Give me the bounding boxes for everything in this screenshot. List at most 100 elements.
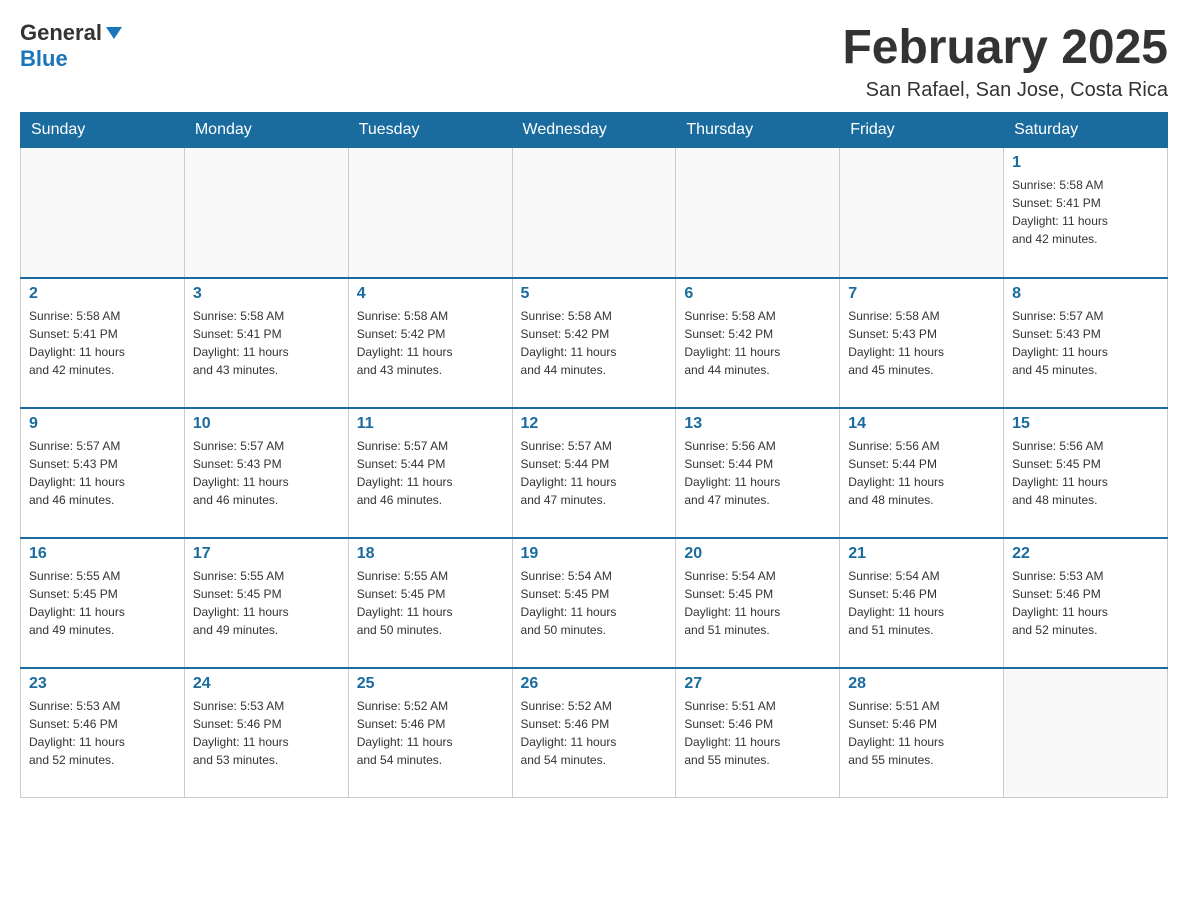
- day-number: 1: [1012, 154, 1159, 172]
- calendar-cell: 10Sunrise: 5:57 AM Sunset: 5:43 PM Dayli…: [184, 408, 348, 538]
- day-number: 21: [848, 545, 995, 563]
- day-number: 6: [684, 285, 831, 303]
- day-info: Sunrise: 5:56 AM Sunset: 5:45 PM Dayligh…: [1012, 437, 1159, 509]
- day-number: 8: [1012, 285, 1159, 303]
- calendar-cell: 24 Sunrise: 5:53 AM Sunset: 5:46 PM Dayli…: [184, 668, 348, 798]
- logo-blue-text: Blue: [20, 46, 68, 71]
- day-number: 25: [357, 675, 504, 693]
- calendar-cell: 19 Sunrise: 5:54 AM Sunset: 5:45 PM Dayli…: [512, 538, 676, 668]
- calendar-cell: 23 Sunrise: 5:53 AM Sunset: 5:46 PM Dayli…: [21, 668, 185, 798]
- calendar-cell: 5 Sunrise: 5:58 AM Sunset: 5:42 PM Daylig…: [512, 278, 676, 408]
- day-info: Sunrise: 5:58 AM Sunset: 5:41 PM Dayligh…: [29, 307, 176, 379]
- calendar-cell: 21 Sunrise: 5:54 AM Sunset: 5:46 PM Dayli…: [840, 538, 1004, 668]
- calendar-cell: 2 Sunrise: 5:58 AM Sunset: 5:41 PM Daylig…: [21, 278, 185, 408]
- calendar-cell: [184, 148, 348, 278]
- calendar-cell: 1 Sunrise: 5:58 AM Sunset: 5:41 PM Daylig…: [1004, 148, 1168, 278]
- calendar-day-header: Sunday: [21, 113, 185, 148]
- calendar-cell: 26 Sunrise: 5:52 AM Sunset: 5:46 PM Dayli…: [512, 668, 676, 798]
- calendar-week-row: 9 Sunrise: 5:57 AM Sunset: 5:43 PM Daylig…: [21, 408, 1168, 538]
- calendar-day-header: Tuesday: [348, 113, 512, 148]
- day-info: Sunrise: 5:58 AM Sunset: 5:42 PM Dayligh…: [357, 307, 504, 379]
- day-info: Sunrise: 5:58 AM Sunset: 5:42 PM Dayligh…: [684, 307, 831, 379]
- calendar-cell: 28 Sunrise: 5:51 AM Sunset: 5:46 PM Dayli…: [840, 668, 1004, 798]
- calendar-cell: [512, 148, 676, 278]
- day-info: Sunrise: 5:57 AM Sunset: 5:44 PM Dayligh…: [357, 437, 504, 509]
- day-number: 12: [521, 415, 668, 433]
- day-number: 26: [521, 675, 668, 693]
- day-number: 27: [684, 675, 831, 693]
- day-info: Sunrise: 5:56 AM Sunset: 5:44 PM Dayligh…: [684, 437, 831, 509]
- calendar-cell: 18 Sunrise: 5:55 AM Sunset: 5:45 PM Dayli…: [348, 538, 512, 668]
- calendar-cell: 27 Sunrise: 5:51 AM Sunset: 5:46 PM Dayli…: [676, 668, 840, 798]
- calendar-cell: [348, 148, 512, 278]
- day-number: 13: [684, 415, 831, 433]
- day-info: Sunrise: 5:51 AM Sunset: 5:46 PM Dayligh…: [684, 697, 831, 769]
- day-info: Sunrise: 5:52 AM Sunset: 5:46 PM Dayligh…: [521, 697, 668, 769]
- day-number: 5: [521, 285, 668, 303]
- calendar-day-header: Friday: [840, 113, 1004, 148]
- day-number: 15: [1012, 415, 1159, 433]
- calendar-day-header: Thursday: [676, 113, 840, 148]
- day-info: Sunrise: 5:56 AM Sunset: 5:44 PM Dayligh…: [848, 437, 995, 509]
- day-info: Sunrise: 5:53 AM Sunset: 5:46 PM Dayligh…: [1012, 567, 1159, 639]
- day-number: 3: [193, 285, 340, 303]
- calendar-cell: 17 Sunrise: 5:55 AM Sunset: 5:45 PM Dayli…: [184, 538, 348, 668]
- calendar-cell: [21, 148, 185, 278]
- day-number: 9: [29, 415, 176, 433]
- day-info: Sunrise: 5:57 AM Sunset: 5:44 PM Dayligh…: [521, 437, 668, 509]
- day-number: 22: [1012, 545, 1159, 563]
- day-info: Sunrise: 5:53 AM Sunset: 5:46 PM Dayligh…: [193, 697, 340, 769]
- calendar-table: SundayMondayTuesdayWednesdayThursdayFrid…: [20, 112, 1168, 798]
- day-info: Sunrise: 5:58 AM Sunset: 5:42 PM Dayligh…: [521, 307, 668, 379]
- title-section: February 2025 San Rafael, San Jose, Cost…: [842, 20, 1168, 102]
- calendar-header-row: SundayMondayTuesdayWednesdayThursdayFrid…: [21, 113, 1168, 148]
- calendar-day-header: Monday: [184, 113, 348, 148]
- day-number: 2: [29, 285, 176, 303]
- day-info: Sunrise: 5:58 AM Sunset: 5:41 PM Dayligh…: [1012, 176, 1159, 248]
- day-info: Sunrise: 5:55 AM Sunset: 5:45 PM Dayligh…: [29, 567, 176, 639]
- day-number: 4: [357, 285, 504, 303]
- calendar-week-row: 16Sunrise: 5:55 AM Sunset: 5:45 PM Dayli…: [21, 538, 1168, 668]
- calendar-week-row: 1 Sunrise: 5:58 AM Sunset: 5:41 PM Daylig…: [21, 148, 1168, 278]
- day-number: 19: [521, 545, 668, 563]
- day-number: 17: [193, 545, 340, 563]
- calendar-cell: [676, 148, 840, 278]
- calendar-cell: 11 Sunrise: 5:57 AM Sunset: 5:44 PM Dayli…: [348, 408, 512, 538]
- day-info: Sunrise: 5:53 AM Sunset: 5:46 PM Dayligh…: [29, 697, 176, 769]
- day-info: Sunrise: 5:57 AM Sunset: 5:43 PM Dayligh…: [1012, 307, 1159, 379]
- calendar-cell: 16Sunrise: 5:55 AM Sunset: 5:45 PM Dayli…: [21, 538, 185, 668]
- day-number: 7: [848, 285, 995, 303]
- calendar-cell: 12 Sunrise: 5:57 AM Sunset: 5:44 PM Dayli…: [512, 408, 676, 538]
- calendar-day-header: Saturday: [1004, 113, 1168, 148]
- day-info: Sunrise: 5:54 AM Sunset: 5:46 PM Dayligh…: [848, 567, 995, 639]
- day-number: 28: [848, 675, 995, 693]
- day-info: Sunrise: 5:54 AM Sunset: 5:45 PM Dayligh…: [521, 567, 668, 639]
- day-number: 18: [357, 545, 504, 563]
- day-info: Sunrise: 5:58 AM Sunset: 5:41 PM Dayligh…: [193, 307, 340, 379]
- day-info: Sunrise: 5:57 AM Sunset: 5:43 PM Dayligh…: [29, 437, 176, 509]
- calendar-cell: 6 Sunrise: 5:58 AM Sunset: 5:42 PM Daylig…: [676, 278, 840, 408]
- month-title: February 2025: [842, 20, 1168, 75]
- day-info: Sunrise: 5:51 AM Sunset: 5:46 PM Dayligh…: [848, 697, 995, 769]
- calendar-week-row: 23 Sunrise: 5:53 AM Sunset: 5:46 PM Dayli…: [21, 668, 1168, 798]
- calendar-cell: 7Sunrise: 5:58 AM Sunset: 5:43 PM Daylig…: [840, 278, 1004, 408]
- calendar-cell: 9 Sunrise: 5:57 AM Sunset: 5:43 PM Daylig…: [21, 408, 185, 538]
- calendar-cell: 4 Sunrise: 5:58 AM Sunset: 5:42 PM Daylig…: [348, 278, 512, 408]
- logo-general-text: General: [20, 20, 102, 46]
- day-info: Sunrise: 5:55 AM Sunset: 5:45 PM Dayligh…: [357, 567, 504, 639]
- day-number: 23: [29, 675, 176, 693]
- calendar-cell: 3 Sunrise: 5:58 AM Sunset: 5:41 PM Daylig…: [184, 278, 348, 408]
- page-header: General Blue February 2025 San Rafael, S…: [20, 20, 1168, 102]
- day-number: 14: [848, 415, 995, 433]
- calendar-cell: 15 Sunrise: 5:56 AM Sunset: 5:45 PM Dayli…: [1004, 408, 1168, 538]
- day-info: Sunrise: 5:54 AM Sunset: 5:45 PM Dayligh…: [684, 567, 831, 639]
- logo: General Blue: [20, 20, 122, 72]
- calendar-week-row: 2 Sunrise: 5:58 AM Sunset: 5:41 PM Daylig…: [21, 278, 1168, 408]
- location: San Rafael, San Jose, Costa Rica: [842, 79, 1168, 102]
- calendar-cell: 8 Sunrise: 5:57 AM Sunset: 5:43 PM Daylig…: [1004, 278, 1168, 408]
- day-number: 24: [193, 675, 340, 693]
- day-number: 11: [357, 415, 504, 433]
- day-info: Sunrise: 5:55 AM Sunset: 5:45 PM Dayligh…: [193, 567, 340, 639]
- calendar-cell: [840, 148, 1004, 278]
- day-info: Sunrise: 5:57 AM Sunset: 5:43 PM Dayligh…: [193, 437, 340, 509]
